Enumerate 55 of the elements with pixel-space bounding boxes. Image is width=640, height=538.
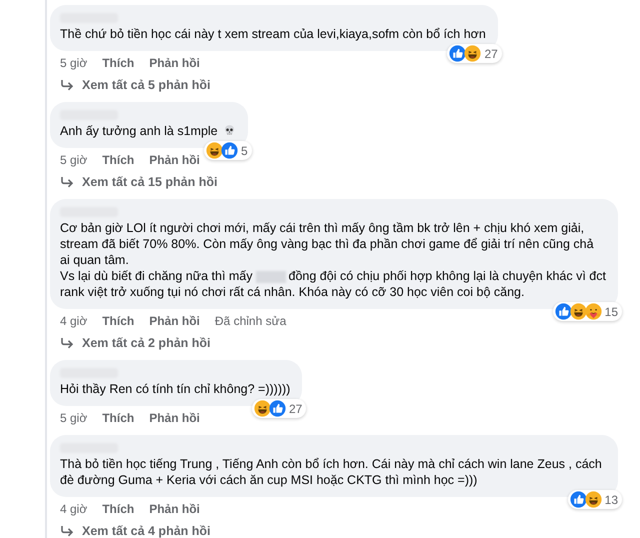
thumbs-up-icon	[570, 491, 587, 508]
reaction-badge[interactable]: 27	[447, 44, 502, 63]
reply-arrow-icon	[60, 176, 74, 188]
laughing-face-icon	[464, 45, 482, 62]
laughing-face-icon	[570, 303, 587, 320]
reaction-badge[interactable]: 15	[552, 302, 622, 321]
reaction-count: 27	[288, 402, 302, 416]
thumbs-up-icon	[220, 142, 238, 159]
edited-label: Đã chỉnh sửa	[214, 314, 286, 328]
like-button[interactable]: Thích	[102, 502, 134, 516]
skull-icon	[222, 124, 236, 137]
like-button[interactable]: Thích	[102, 56, 134, 70]
reply-button[interactable]: Phản hồi	[149, 502, 200, 516]
blurred-text	[256, 270, 286, 283]
view-replies-link[interactable]: Xem tất cả 5 phản hồi	[50, 70, 211, 92]
reaction-count: 13	[604, 492, 618, 506]
like-button[interactable]: Thích	[102, 153, 134, 167]
reaction-count: 5	[240, 144, 248, 158]
comment-text: đồng đội có chịu phối hợp không lại là chuyện khác vì đct	[288, 269, 606, 283]
view-replies-link[interactable]: Xem tất cả 4 phản hồi	[50, 516, 211, 538]
reaction-count: 27	[484, 46, 498, 60]
comment-text: Cơ bản giờ LOl ít người chơi mới, mấy cái trên thì mấy ông tầm bk trở lên + chịu khó xem giải, stream đã biết 70% 80%. Còn mấy ông vàng bạc thì đa phần chơi game để giải trí nên cũng chả ai quan tâm.	[60, 221, 594, 267]
view-replies-link[interactable]: Xem tất cả 15 phản hồi	[50, 167, 218, 189]
comment-text: Hỏi thầy Ren có tính tín chỉ không? =))))))	[60, 382, 290, 396]
reaction-badge[interactable]: 27	[252, 399, 306, 418]
laughing-face-icon	[206, 142, 223, 159]
comment-text: Thề chứ bỏ tiền học cái này t xem stream của levi,kiaya,sofm còn bổ ích hơn	[60, 27, 486, 41]
reaction-count: 15	[604, 304, 618, 318]
thumbs-up-icon	[449, 45, 466, 62]
comment-text: rank việt trở xuống tụi nó chơi rất cá nhân. Khóa này có cỡ 30 học viên coi bộ căng.	[60, 285, 524, 299]
comment-time: 5 giờ	[60, 153, 88, 167]
laughing-face-icon	[254, 400, 271, 417]
reply-button[interactable]: Phản hồi	[149, 314, 200, 328]
like-button[interactable]: Thích	[102, 411, 134, 425]
reply-button[interactable]: Phản hồi	[149, 411, 200, 425]
view-replies-link[interactable]: Xem tất cả 2 phản hồi	[50, 328, 211, 350]
thumbs-up-icon	[554, 303, 572, 320]
comment-time: 4 giờ	[60, 314, 88, 328]
comment-time: 4 giờ	[60, 502, 88, 516]
reaction-badge[interactable]: 13	[568, 490, 622, 509]
reply-arrow-icon	[60, 337, 74, 349]
comment-time: 5 giờ	[60, 56, 88, 70]
hugging-face-icon	[584, 303, 602, 320]
comment-text: Anh ấy tưởng anh là s1mple	[60, 124, 218, 138]
reply-arrow-icon	[60, 79, 74, 91]
reaction-badge[interactable]: 5	[204, 141, 252, 160]
laughing-face-icon	[584, 491, 602, 508]
thumbs-up-icon	[268, 400, 286, 417]
reply-button[interactable]: Phản hồi	[149, 153, 200, 167]
reply-arrow-icon	[60, 525, 74, 537]
comment-time: 5 giờ	[60, 411, 88, 425]
comment-text: Thà bỏ tiền học tiếng Trung , Tiếng Anh còn bổ ích hơn. Cái này mà chỉ cách win lane Zeus , cách đè đường Guma + Keria với cách ăn cup MSI hoặc CKTG thì mình học =)))	[60, 457, 602, 487]
reply-button[interactable]: Phản hồi	[149, 56, 200, 70]
like-button[interactable]: Thích	[102, 314, 134, 328]
comment-text: Vs lại dù biết đi chăng nữa thì mấy	[60, 269, 253, 283]
